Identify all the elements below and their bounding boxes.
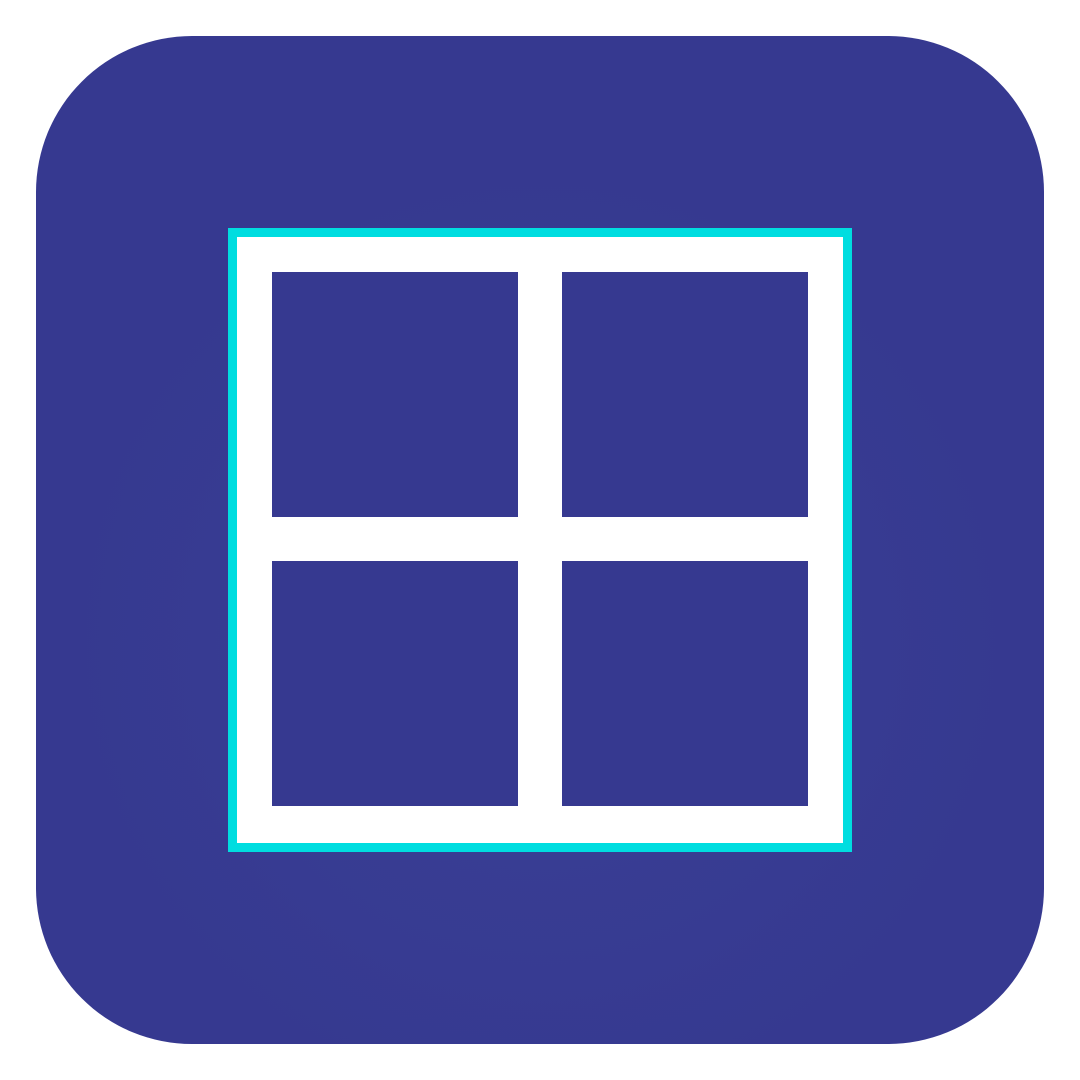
grid-cell-bottom-right [562,561,808,806]
app-icon-canvas [0,0,1080,1080]
app-icon-tile[interactable] [36,36,1044,1044]
grid-cell-top-right [562,272,808,517]
grid-cell-top-left [272,272,518,517]
grid-icon [228,228,852,852]
grid-cell-bottom-left [272,561,518,806]
